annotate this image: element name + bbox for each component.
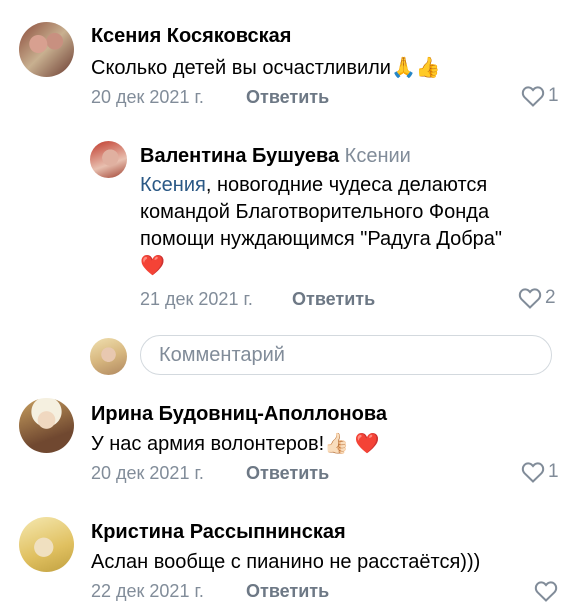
like-count: 1 [548,461,559,482]
comment-text-line: , новогодние чудеса делаются [205,174,488,196]
comment-text: У нас армия волонтеров!👍🏻 ❤️ [91,431,380,458]
like-button[interactable]: 1 [521,461,559,483]
comment-author-name[interactable]: Валентина Бушуева [140,145,339,167]
comment-date: 21 дек 2021 г. [140,289,253,309]
like-button[interactable] [534,580,561,602]
comment-text: Аслан вообще с пианино не расстаётся))) [91,549,480,576]
current-user-avatar [90,338,127,375]
comment-text-line: помощи нуждающимся "Радуга Добра" [140,228,503,250]
reply-button[interactable]: Ответить [292,289,375,310]
comment-author[interactable]: Кристина Рассыпнинская [91,521,346,544]
comment-date: 22 дек 2021 г. [91,581,204,601]
like-count: 1 [548,85,559,106]
emoji: 🙏👍 [390,57,441,79]
heart-outline-icon [518,288,542,309]
avatar[interactable] [90,141,127,178]
comment-date: 20 дек 2021 г. [91,463,204,483]
emoji: ❤️ [140,255,165,277]
comment-text-line: командой Благотворительного Фонда [140,201,490,223]
like-button[interactable]: 1 [521,85,559,107]
comment-text-body: Сколько детей вы осчастливили [91,57,391,79]
reply-button[interactable]: Ответить [246,463,329,484]
emoji: 👍🏻 ❤️ [324,433,380,455]
comment-input-placeholder: Комментарий [159,343,285,366]
comment-text-body: Аслан вообще с пианино не расстаётся))) [91,551,481,573]
comment-text: Сколько детей вы осчастливили🙏👍 [91,55,441,82]
comment-input[interactable]: Комментарий [140,335,552,375]
heart-outline-icon [521,462,545,483]
comment-author[interactable]: Ксения Косяковская [91,25,291,48]
like-count: 2 [545,287,556,308]
heart-outline-icon [521,86,545,107]
mention-link[interactable]: Ксения [140,174,206,196]
avatar[interactable] [19,398,74,453]
comment-date: 20 дек 2021 г. [91,87,204,107]
avatar[interactable] [19,517,74,572]
like-button[interactable]: 2 [518,287,556,309]
comment-author[interactable]: Ирина Будовниц-Аполлонова [91,403,387,426]
comment-text: Ксения, новогодние чудеса делаются коман… [140,172,560,280]
reply-button[interactable]: Ответить [246,581,329,602]
reply-button[interactable]: Ответить [246,87,329,108]
comment-author: Валентина Бушуева Ксении [140,145,411,168]
avatar[interactable] [19,22,74,77]
comment-text-body: У нас армия волонтеров! [91,433,325,455]
reply-to-label[interactable]: Ксении [345,145,411,167]
heart-outline-icon [534,581,558,602]
